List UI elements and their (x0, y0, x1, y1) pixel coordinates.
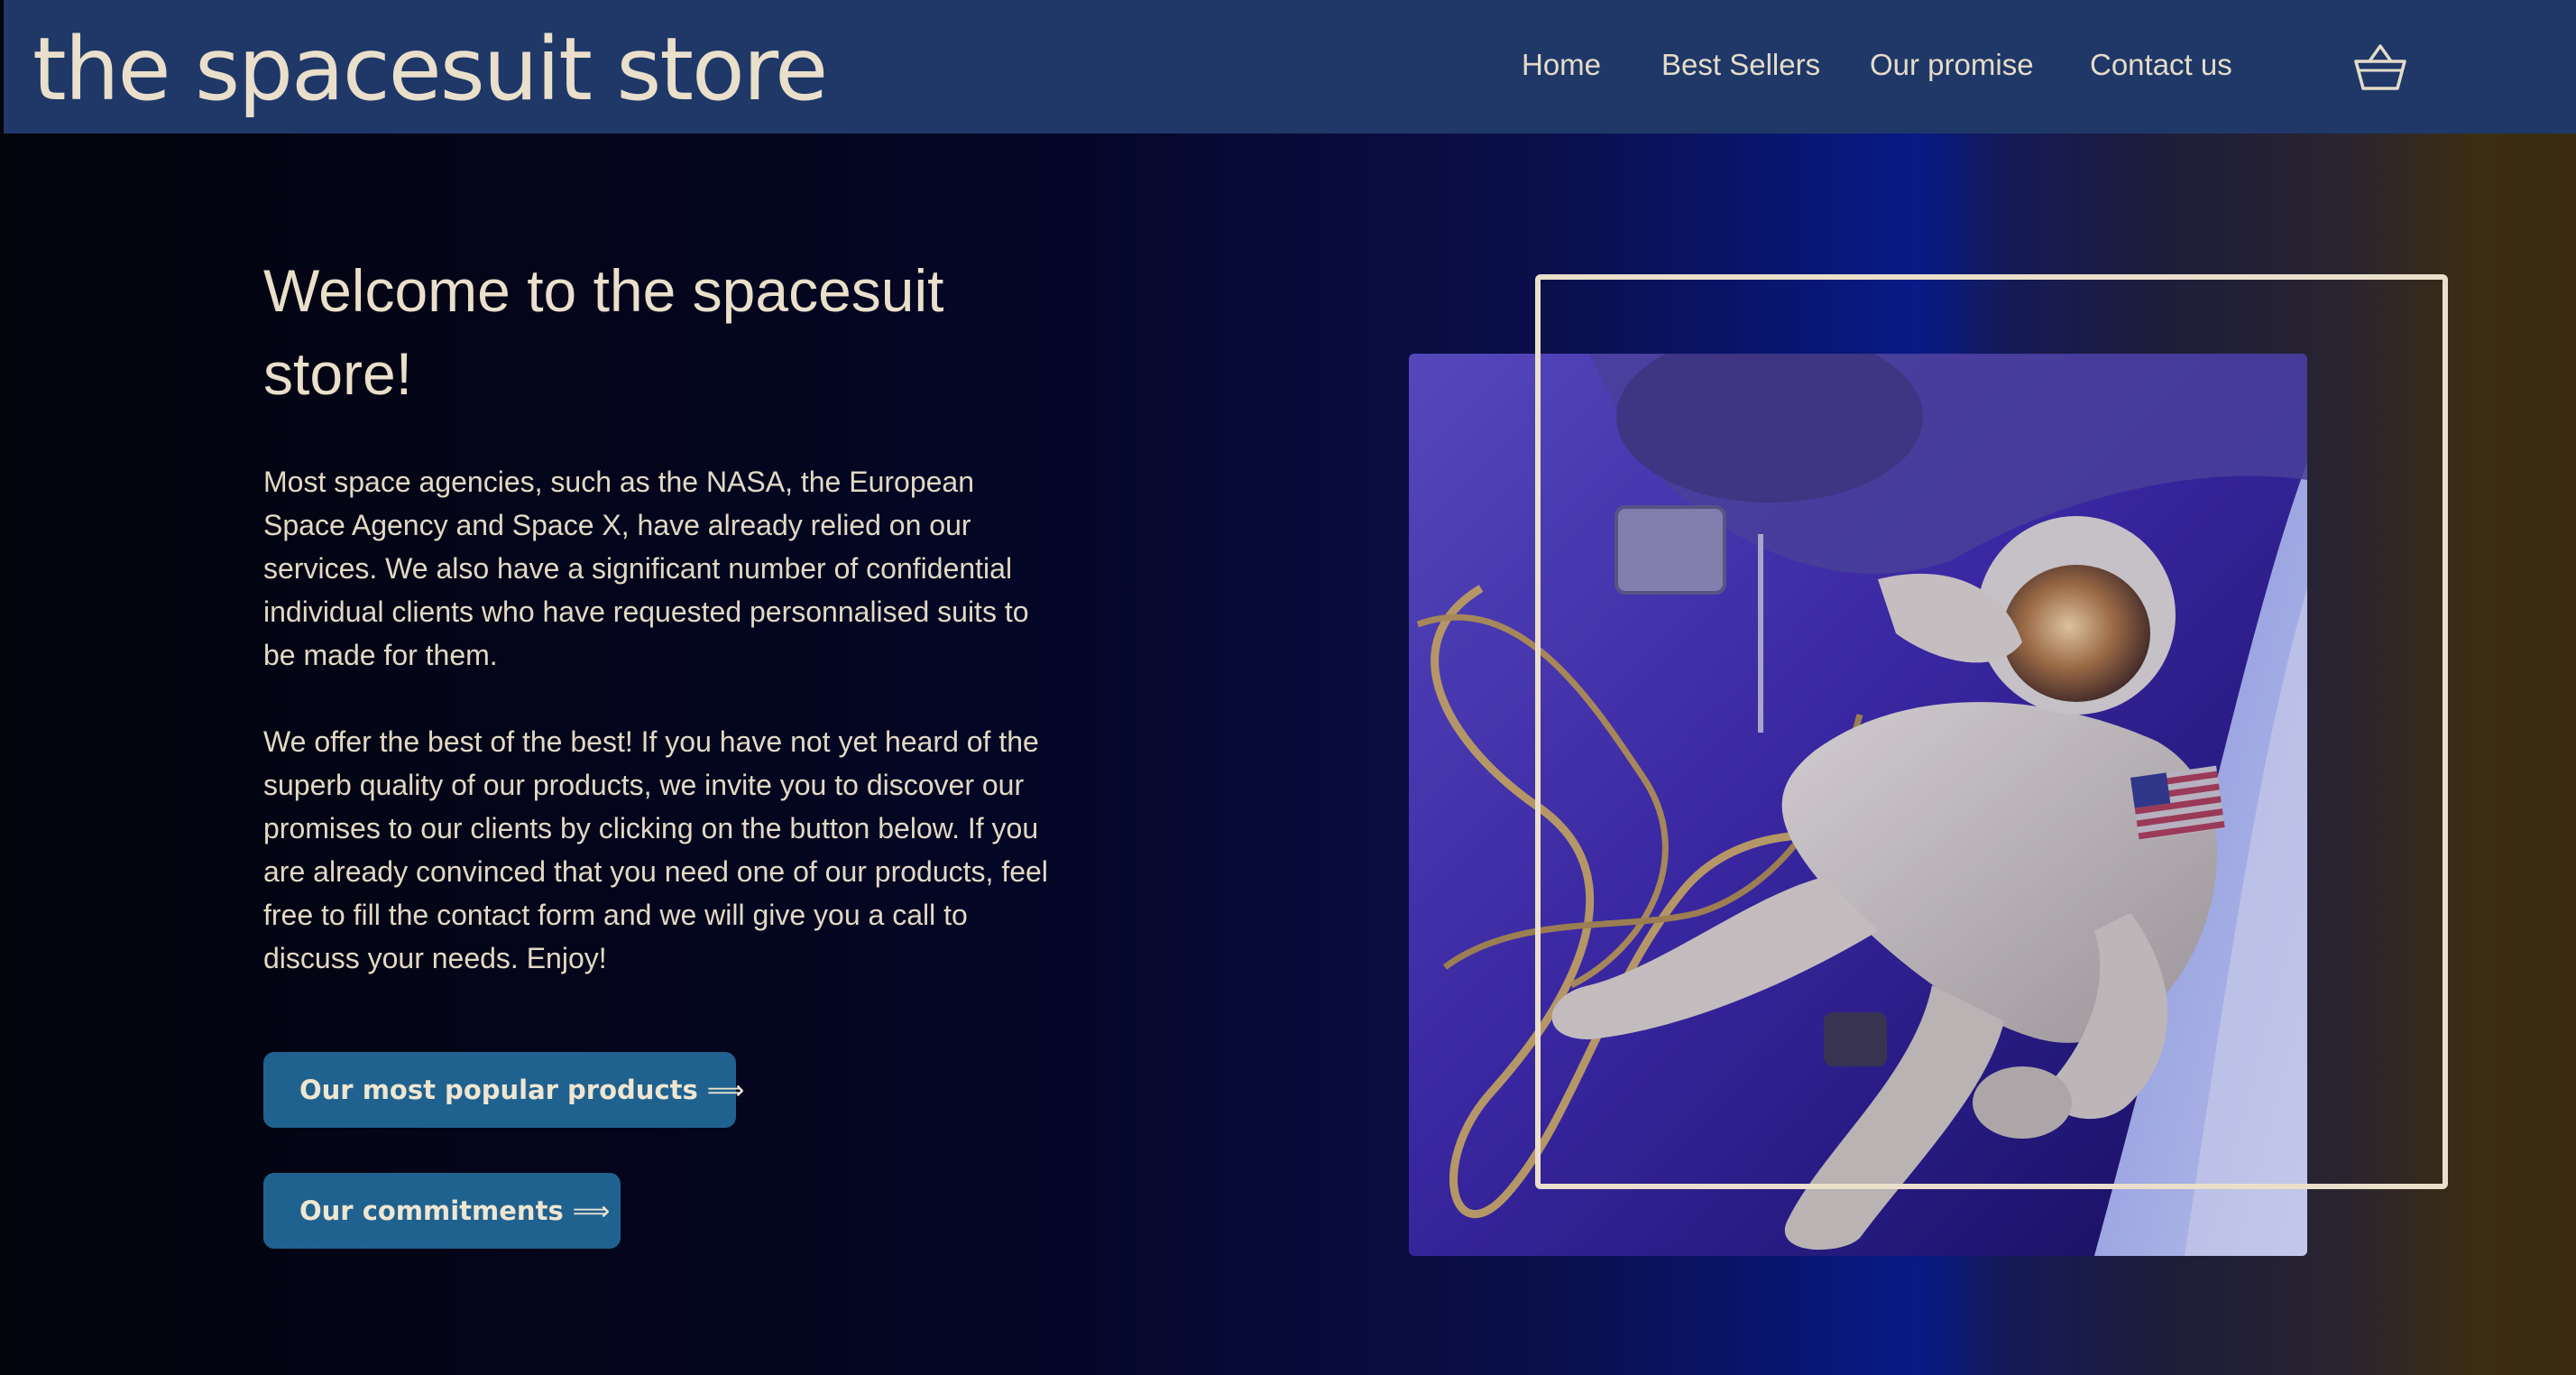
basket-icon[interactable] (2352, 42, 2408, 96)
nav-link-home[interactable]: Home (1522, 42, 1601, 88)
popular-products-button[interactable]: Our most popular products ⟹ (263, 1052, 744, 1128)
nav-link-contact-us[interactable]: Contact us (2090, 42, 2232, 88)
nav-link-best-sellers[interactable]: Best Sellers (1661, 42, 1820, 88)
long-arrow-right-icon: ⟹ (572, 1195, 611, 1226)
nav-link-our-promise[interactable]: Our promise (1870, 42, 2034, 88)
top-navigation-bar: the spacesuit store Home Best Sellers Ou… (4, 0, 2576, 134)
popular-products-button-label: Our most popular products (299, 1075, 698, 1105)
hero-title: Welcome to the spacesuit store! (263, 257, 944, 407)
commitments-button-label: Our commitments (299, 1195, 564, 1226)
commitments-button[interactable]: Our commitments ⟹ (263, 1173, 621, 1249)
long-arrow-right-icon: ⟹ (706, 1075, 745, 1105)
intro-paragraph: Most space agencies, such as the NASA, t… (263, 466, 1029, 671)
decorative-image-frame (1535, 274, 2448, 1189)
offer-paragraph: We offer the best of the best! If you ha… (263, 725, 1048, 974)
site-logo-text[interactable]: the spacesuit store (32, 11, 828, 128)
page: the spacesuit store Home Best Sellers Ou… (0, 0, 2576, 1375)
